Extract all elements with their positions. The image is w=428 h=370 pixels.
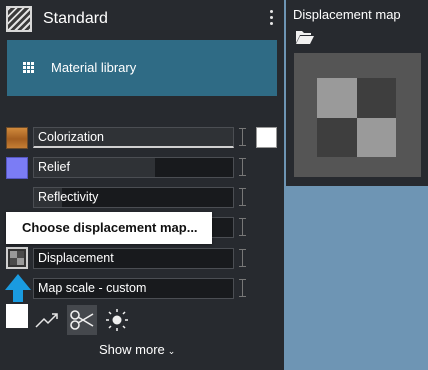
text-cursor-icon[interactable] [239, 188, 247, 206]
material-library-label: Material library [51, 60, 137, 75]
wood-swatch-icon[interactable] [6, 127, 28, 149]
displacement-map-title: Displacement map [293, 7, 401, 22]
sun-icon[interactable] [104, 305, 130, 335]
text-cursor-icon[interactable] [239, 158, 247, 176]
map-scale-dropdown[interactable]: Map scale - custom [33, 278, 234, 299]
relief-slider[interactable]: Relief [33, 157, 234, 178]
checker-texture-image [317, 78, 396, 157]
map-scale-label: Map scale - custom [38, 281, 147, 295]
text-cursor-icon[interactable] [239, 218, 247, 236]
relief-label: Relief [38, 160, 70, 174]
color-swatch[interactable] [256, 127, 277, 148]
reflectivity-slider[interactable]: Reflectivity [33, 187, 234, 208]
colorization-slider[interactable]: Colorization [33, 127, 234, 148]
choose-displacement-tooltip: Choose displacement map... [6, 212, 212, 244]
kebab-menu-icon[interactable] [269, 10, 275, 28]
white-swatch[interactable] [6, 304, 28, 328]
relief-swatch-icon[interactable] [6, 157, 28, 179]
displacement-slider[interactable]: Displacement [33, 248, 234, 269]
material-library-button[interactable]: Material library [7, 40, 277, 96]
show-more-label: Show more [99, 342, 165, 357]
tooltip-text: Choose displacement map... [22, 220, 198, 235]
material-swatch-icon[interactable] [6, 6, 32, 32]
colorization-label: Colorization [38, 130, 105, 144]
material-name: Standard [43, 10, 108, 27]
reflectivity-label: Reflectivity [38, 190, 99, 204]
scissors-button[interactable] [67, 305, 97, 335]
folder-open-icon[interactable] [295, 29, 315, 45]
chevron-down-icon: ⌄ [167, 346, 176, 356]
show-more-button[interactable]: Show more ⌄ [99, 342, 175, 357]
checker-swatch-icon[interactable] [6, 247, 28, 269]
curve-icon[interactable] [34, 305, 60, 335]
displacement-label: Displacement [38, 251, 114, 265]
text-cursor-icon[interactable] [239, 128, 247, 146]
grid-icon [23, 62, 35, 74]
text-cursor-icon[interactable] [239, 249, 247, 267]
text-cursor-icon[interactable] [239, 279, 247, 297]
scissors-icon [70, 310, 94, 330]
